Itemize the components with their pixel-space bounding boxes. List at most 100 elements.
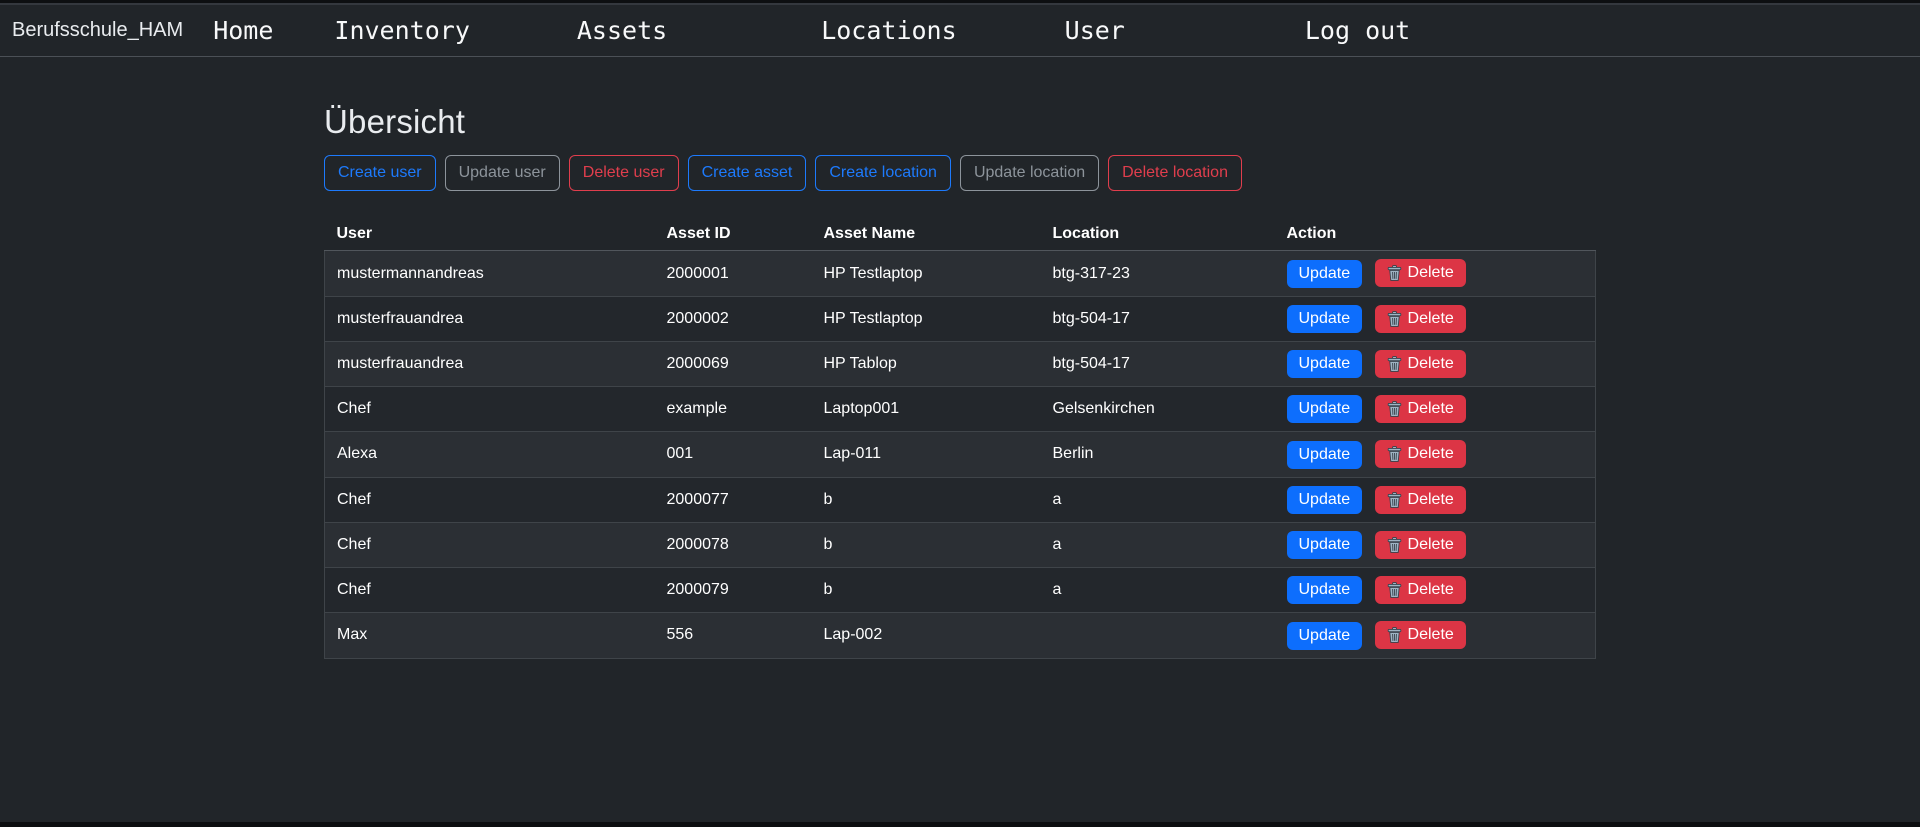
nav-item-inventory[interactable]: Inventory [334, 16, 469, 45]
cell-user: Chef [325, 387, 655, 432]
main-content: Übersicht Create userUpdate userDelete u… [324, 103, 1596, 659]
cell-action: Update Delete [1275, 251, 1596, 296]
update-button[interactable]: Update [1287, 260, 1363, 288]
delete-button-label: Delete [1408, 491, 1454, 509]
header-asset-id: Asset ID [655, 218, 812, 251]
create-asset-button[interactable]: Create asset [688, 155, 807, 191]
update-button[interactable]: Update [1287, 350, 1363, 378]
update-location-button[interactable]: Update location [960, 155, 1099, 191]
cell-action: Update Delete [1275, 477, 1596, 522]
update-button[interactable]: Update [1287, 576, 1363, 604]
trash-icon [1387, 446, 1402, 462]
cell-action: Update Delete [1275, 387, 1596, 432]
table-row: Alexa 001 Lap-011 Berlin Update Delete [325, 432, 1596, 477]
header-user: User [325, 218, 655, 251]
cell-action: Update Delete [1275, 432, 1596, 477]
cell-asset-id: 2000001 [655, 251, 812, 296]
cell-location: a [1041, 522, 1275, 567]
nav-item-assets[interactable]: Assets [577, 16, 667, 45]
table-row: Chef 2000078 b a Update Delete [325, 522, 1596, 567]
trash-icon [1387, 627, 1402, 643]
cell-action: Update Delete [1275, 568, 1596, 613]
assets-table: User Asset ID Asset Name Location Action… [324, 218, 1596, 658]
table-row: Max 556 Lap-002 Update Delete [325, 613, 1596, 658]
table-body: mustermannandreas 2000001 HP Testlaptop … [325, 251, 1596, 658]
cell-location: btg-317-23 [1041, 251, 1275, 296]
delete-button[interactable]: Delete [1375, 305, 1466, 333]
update-button[interactable]: Update [1287, 531, 1363, 559]
update-button[interactable]: Update [1287, 622, 1363, 650]
cell-asset-id: 2000079 [655, 568, 812, 613]
cell-user: Chef [325, 522, 655, 567]
cell-user: Chef [325, 477, 655, 522]
delete-button-label: Delete [1408, 445, 1454, 463]
cell-location: Gelsenkirchen [1041, 387, 1275, 432]
trash-icon [1387, 537, 1402, 553]
delete-button-label: Delete [1408, 400, 1454, 418]
table-row: Chef 2000079 b a Update Delete [325, 568, 1596, 613]
cell-location: btg-504-17 [1041, 341, 1275, 386]
delete-button-label: Delete [1408, 581, 1454, 599]
cell-asset-name: Laptop001 [812, 387, 1041, 432]
cell-user: Max [325, 613, 655, 658]
cell-asset-name: HP Testlaptop [812, 296, 1041, 341]
cell-location: a [1041, 477, 1275, 522]
cell-asset-name: HP Testlaptop [812, 251, 1041, 296]
nav-item-log-out[interactable]: Log out [1305, 16, 1410, 45]
table-row: Chef 2000077 b a Update Delete [325, 477, 1596, 522]
cell-asset-name: Lap-011 [812, 432, 1041, 477]
trash-icon [1387, 311, 1402, 327]
delete-button[interactable]: Delete [1375, 576, 1466, 604]
delete-button-label: Delete [1408, 626, 1454, 644]
cell-user: mustermannandreas [325, 251, 655, 296]
delete-button[interactable]: Delete [1375, 350, 1466, 378]
cell-asset-name: Lap-002 [812, 613, 1041, 658]
cell-location: a [1041, 568, 1275, 613]
header-asset-name: Asset Name [812, 218, 1041, 251]
table-row: musterfrauandrea 2000002 HP Testlaptop b… [325, 296, 1596, 341]
trash-icon [1387, 582, 1402, 598]
create-user-button[interactable]: Create user [324, 155, 436, 191]
cell-user: Chef [325, 568, 655, 613]
cell-asset-id: 2000078 [655, 522, 812, 567]
toolbar: Create userUpdate userDelete userCreate … [324, 155, 1596, 191]
delete-button[interactable]: Delete [1375, 440, 1466, 468]
navbar: Berufsschule_HAM Home Inventory Assets Loca… [0, 5, 1920, 57]
delete-button-label: Delete [1408, 310, 1454, 328]
cell-asset-name: b [812, 522, 1041, 567]
cell-location [1041, 613, 1275, 658]
delete-button[interactable]: Delete [1375, 259, 1466, 287]
cell-user: Alexa [325, 432, 655, 477]
trash-icon [1387, 401, 1402, 417]
table-row: mustermannandreas 2000001 HP Testlaptop … [325, 251, 1596, 296]
update-button[interactable]: Update [1287, 441, 1363, 469]
delete-button-label: Delete [1408, 355, 1454, 373]
delete-button-label: Delete [1408, 264, 1454, 282]
table-row: musterfrauandrea 2000069 HP Tablop btg-5… [325, 341, 1596, 386]
delete-button[interactable]: Delete [1375, 531, 1466, 559]
delete-location-button[interactable]: Delete location [1108, 155, 1242, 191]
cell-asset-id: 2000069 [655, 341, 812, 386]
nav-item-user[interactable]: User [1065, 16, 1125, 45]
trash-icon [1387, 356, 1402, 372]
nav-item-locations[interactable]: Locations [821, 16, 956, 45]
nav-items: Home Inventory Assets Locations User Log out [183, 16, 1410, 45]
cell-location: btg-504-17 [1041, 296, 1275, 341]
create-location-button[interactable]: Create location [815, 155, 951, 191]
update-user-button[interactable]: Update user [445, 155, 560, 191]
nav-item-home[interactable]: Home [213, 16, 273, 45]
trash-icon [1387, 492, 1402, 508]
delete-button[interactable]: Delete [1375, 621, 1466, 649]
delete-button[interactable]: Delete [1375, 395, 1466, 423]
update-button[interactable]: Update [1287, 305, 1363, 333]
update-button[interactable]: Update [1287, 395, 1363, 423]
update-button[interactable]: Update [1287, 486, 1363, 514]
cell-asset-id: 2000077 [655, 477, 812, 522]
cell-asset-name: b [812, 477, 1041, 522]
cell-user: musterfrauandrea [325, 296, 655, 341]
delete-user-button[interactable]: Delete user [569, 155, 679, 191]
delete-button[interactable]: Delete [1375, 486, 1466, 514]
cell-asset-id: 001 [655, 432, 812, 477]
navbar-brand[interactable]: Berufsschule_HAM [12, 19, 183, 42]
window-bottom-edge [0, 822, 1920, 827]
